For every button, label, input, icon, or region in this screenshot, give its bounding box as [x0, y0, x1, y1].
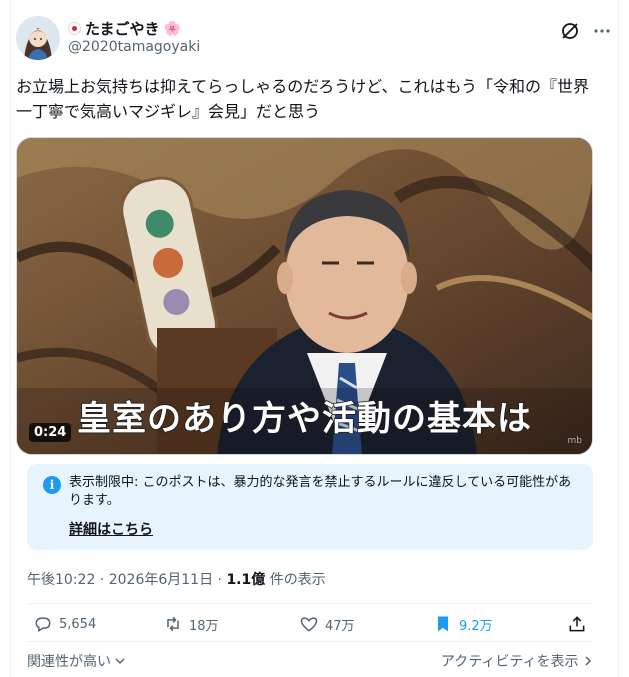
tweet-meta: 午後10:22 · 2026年6月11日 · 1.1億 件の表示	[27, 569, 326, 589]
restriction-notice: i 表示制限中: このポストは、暴力的な発言を禁止するルールに違反している可能性…	[27, 464, 593, 550]
reply-button[interactable]: 5,654	[33, 614, 96, 634]
divider	[27, 641, 593, 642]
chevron-right-icon	[585, 656, 592, 666]
chevron-down-icon	[115, 658, 125, 665]
tweet-time[interactable]: 午後10:22	[27, 572, 95, 588]
avatar[interactable]	[16, 16, 60, 60]
bookmark-button[interactable]: 9.2万	[433, 614, 493, 634]
user-handle[interactable]: @2020tamagoyaki	[68, 39, 200, 55]
divider	[27, 603, 593, 604]
repost-icon	[167, 616, 179, 632]
video-duration: 0:24	[29, 423, 72, 442]
bookmark-icon	[438, 616, 448, 632]
action-bar: 5,654 18万 47万 9.2万	[27, 614, 593, 644]
reply-icon	[35, 617, 51, 632]
video-player[interactable]: 皇室のあり方や活動の基本は 0:24 mb	[16, 137, 593, 455]
views-label: 件の表示	[269, 572, 326, 588]
meta-separator: ·	[99, 572, 105, 588]
notice-text: 表示制限中: このポストは、暴力的な発言を禁止するルールに違反している可能性があ…	[69, 475, 572, 508]
video-subtitle: 皇室のあり方や活動の基本は	[76, 398, 532, 440]
like-button[interactable]: 47万	[299, 614, 355, 634]
share-icon	[569, 616, 585, 632]
bookmark-count: 9.2万	[459, 618, 493, 634]
like-count: 47万	[325, 618, 355, 634]
more-options-icon[interactable]	[591, 20, 613, 42]
activity-label: アクティビティを表示	[440, 654, 579, 670]
tweet-text: お立場上お気持ちは抑えてらっしゃるのだろうけど、これはもう「令和の『世界一丁寧で…	[16, 77, 589, 121]
share-button[interactable]	[567, 614, 587, 634]
details-link[interactable]: 詳細はこちら	[69, 519, 153, 539]
relevance-label: 関連性が高い	[27, 654, 111, 670]
name-row: たまごやき 🌸	[68, 18, 181, 39]
display-name[interactable]: たまごやき	[85, 18, 160, 39]
japan-flag-icon	[68, 22, 81, 35]
repost-count: 18万	[189, 618, 219, 634]
tweet-date[interactable]: 2026年6月11日	[109, 572, 213, 588]
sakura-icon: 🌸	[163, 20, 181, 37]
meta-separator: ·	[217, 572, 222, 588]
view-activity-link[interactable]: アクティビティを表示	[441, 651, 593, 671]
reply-count: 5,654	[59, 616, 97, 632]
relevance-sort-dropdown[interactable]: 関連性が高い	[27, 651, 125, 671]
info-icon: i	[43, 476, 61, 494]
views-count: 1.1億	[226, 572, 266, 588]
repost-button[interactable]: 18万	[163, 614, 219, 634]
tweet-header: たまごやき 🌸 @2020tamagoyaki	[16, 16, 613, 60]
grok-icon[interactable]	[559, 20, 581, 42]
heart-icon	[300, 617, 318, 632]
video-watermark: mb	[567, 436, 582, 446]
